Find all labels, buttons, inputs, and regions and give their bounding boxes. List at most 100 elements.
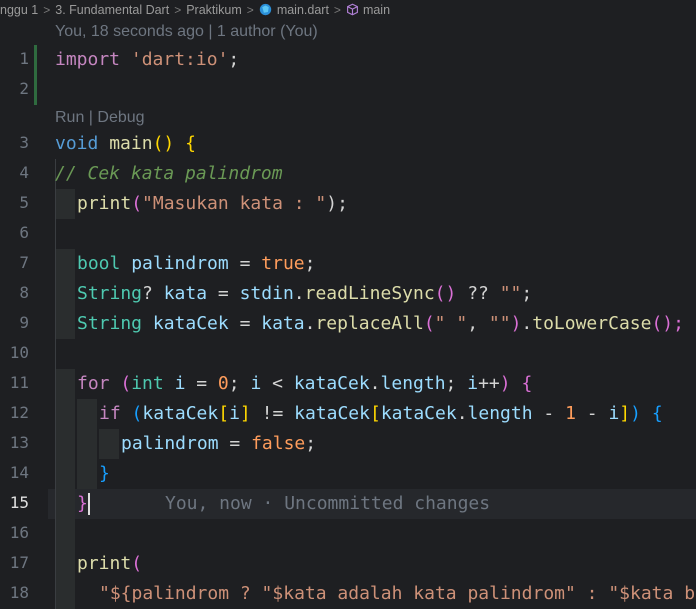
breadcrumb-item-praktikum[interactable]: Praktikum <box>186 3 242 17</box>
token-punct: ; <box>228 49 240 70</box>
code-line-12: if (kataCek[i] != kataCek[kataCek.length… <box>99 399 663 429</box>
token-number: 1 <box>565 403 576 424</box>
token-variable: i <box>174 373 186 394</box>
token-operator: < <box>261 373 294 394</box>
token-bracket: ] <box>239 403 251 424</box>
token-operator: = <box>207 283 240 304</box>
token-function: main <box>109 133 153 154</box>
token-operator: = <box>185 373 218 394</box>
token-variable: kataCek <box>152 313 229 334</box>
breadcrumb-item-file[interactable]: main.dart <box>259 3 329 17</box>
breadcrumb-item-folder[interactable]: nggu 1 <box>0 3 38 17</box>
token-variable: palindrom <box>131 253 229 274</box>
code-editor[interactable]: 1 2 3 4 5 6 7 8 9 10 11 12 13 14 15 16 1… <box>0 19 696 609</box>
token-punct: ; <box>305 433 317 454</box>
token-boolean: true <box>261 253 305 274</box>
token-variable: kataCek <box>294 403 370 424</box>
token-boolean: false <box>251 433 306 454</box>
line-number: 5 <box>19 193 29 212</box>
token-function: toLowerCase <box>532 313 652 334</box>
code-line-11: for (int i = 0; i < kataCek.length; i++)… <box>77 369 532 399</box>
token-bracket: [ <box>218 403 230 424</box>
token-string: "Masukan kata : " <box>142 193 327 214</box>
token-variable: length <box>380 373 446 394</box>
code-line-13: palindrom = false; <box>121 429 316 459</box>
token-variable: kataCek <box>380 403 457 424</box>
token-string: "" <box>488 313 511 334</box>
code-line-18: "${palindrom ? "$kata adalah kata palind… <box>99 583 696 604</box>
token-variable: i <box>467 373 479 394</box>
text-caret <box>88 493 90 515</box>
line-number: 4 <box>19 163 29 182</box>
token-brace: { <box>651 403 663 424</box>
line-number: 1 <box>19 49 29 68</box>
method-cube-icon <box>346 3 358 16</box>
token-variable: kata <box>163 283 208 304</box>
token-type: String <box>77 283 143 304</box>
code-line-15-brace: } <box>77 493 88 514</box>
run-debug-codelens[interactable]: Run | Debug <box>55 105 145 131</box>
dart-file-icon <box>259 3 271 16</box>
code-line-3: void main() { <box>55 129 196 159</box>
code-line-14-brace: } <box>99 463 110 484</box>
token-brace: { <box>185 133 196 154</box>
token-type: String <box>77 313 143 334</box>
breadcrumb-item-symbol[interactable]: main <box>346 3 390 17</box>
line-number: 17 <box>9 553 29 572</box>
token-paren: ) <box>510 313 522 334</box>
token-variable: kata <box>261 313 305 334</box>
token-function: readLineSync <box>304 283 435 304</box>
breadcrumb-item-fundamental-dart[interactable]: 3. Fundamental Dart <box>55 3 169 17</box>
token-paren: () <box>434 283 457 304</box>
line-number-active: 15 <box>9 493 29 512</box>
git-blame-codelens[interactable]: You, 18 seconds ago | 1 author (You) <box>55 19 318 45</box>
token-punct: . <box>293 283 305 304</box>
token-keyword: if <box>99 403 121 424</box>
code-line-17: print( <box>77 549 142 579</box>
breadcrumb-symbol-label: main <box>362 2 391 17</box>
breadcrumb: nggu 1 > 3. Fundamental Dart > Praktikum… <box>0 0 696 19</box>
indent-shade <box>99 429 119 459</box>
token-function: print <box>77 193 132 214</box>
chevron-right-icon: > <box>174 2 182 17</box>
line-number: 8 <box>19 283 29 302</box>
token-paren: ( <box>131 553 143 574</box>
breadcrumb-file-label: main.dart <box>276 2 329 17</box>
token-variable: i <box>229 403 240 424</box>
token-punct: . <box>304 313 316 334</box>
token-paren: ( <box>131 403 143 424</box>
token-variable: i <box>250 373 262 394</box>
code-line-9: String kataCek = kata.replaceAll(" ", ""… <box>77 309 684 339</box>
token-keyword: import <box>55 49 121 70</box>
indent-shade <box>55 249 75 339</box>
token-paren: ) <box>630 403 641 424</box>
git-modified-indicator <box>34 45 37 105</box>
indent-shade <box>55 189 75 219</box>
chevron-right-icon: > <box>246 2 254 17</box>
token-punct: ; <box>521 283 533 304</box>
token-paren: ( <box>423 313 435 334</box>
token-keyword: for <box>77 373 110 394</box>
token-operator: != <box>250 403 295 424</box>
line-number: 11 <box>9 373 29 392</box>
token-bracket: ] <box>619 403 631 424</box>
token-punct: ; <box>228 373 251 394</box>
line-number: 12 <box>9 403 29 422</box>
token-variable: palindrom <box>121 433 219 454</box>
code-line-1: import 'dart:io'; <box>55 45 239 75</box>
token-operator: ? <box>142 283 164 304</box>
token-keyword: void <box>55 133 99 154</box>
line-number: 6 <box>19 223 29 242</box>
token-string: 'dart:io' <box>130 49 229 70</box>
line-number: 9 <box>19 313 29 332</box>
line-number: 7 <box>19 253 29 272</box>
token-punct: ; <box>445 373 468 394</box>
